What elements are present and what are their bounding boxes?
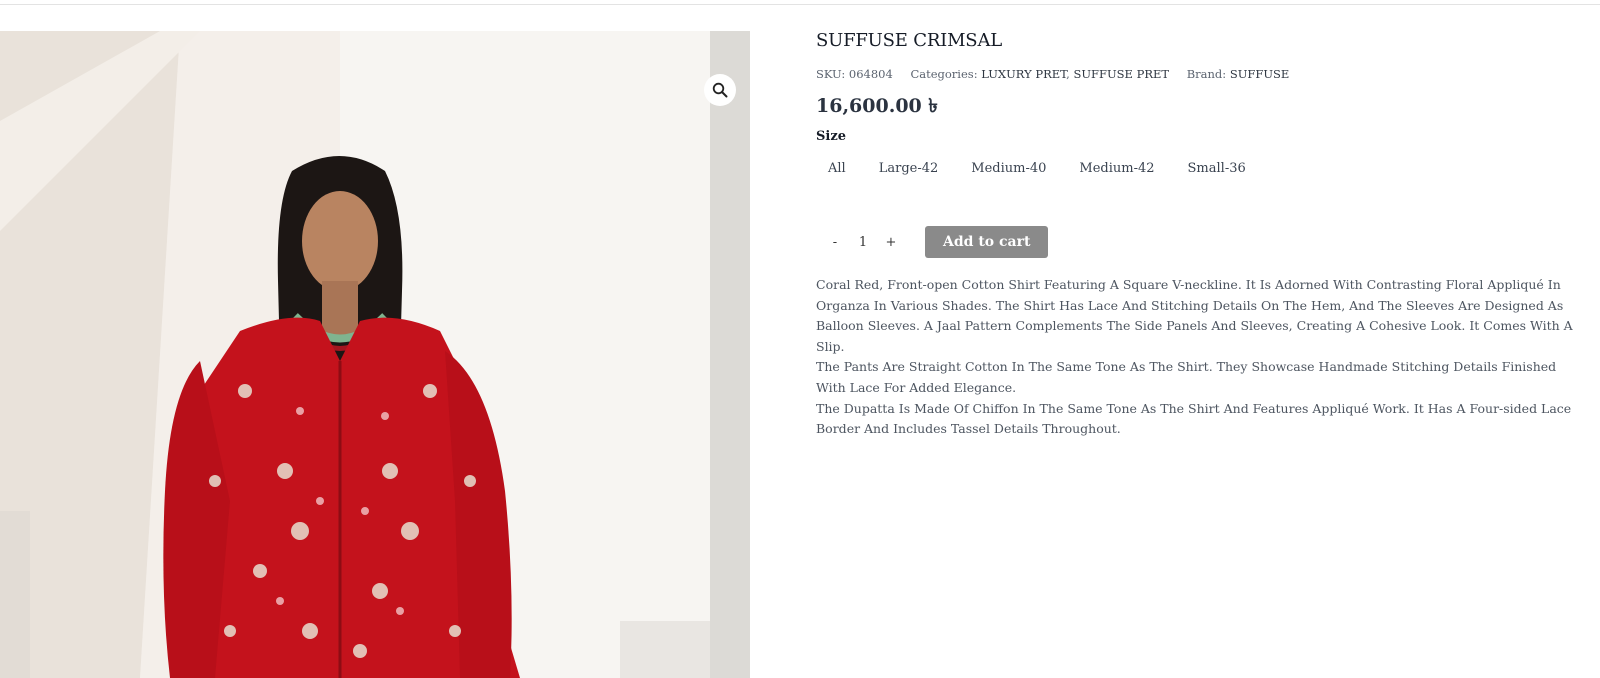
sku-label: SKU:	[816, 67, 846, 81]
header-divider	[0, 4, 1600, 5]
product-price: 16,600.00 ৳	[816, 95, 938, 117]
product-title: SUFFUSE CRIMSAL	[816, 30, 1002, 51]
size-label: Size	[816, 129, 846, 144]
size-option-medium-40[interactable]: Medium-40	[971, 160, 1046, 178]
sku-value: 064804	[848, 67, 893, 81]
quantity-stepper: - +	[829, 234, 897, 250]
magnifier-icon	[712, 82, 728, 98]
category-link-suffuse-pret[interactable]: SUFFUSE PRET	[1073, 67, 1169, 81]
description-dupatta: The Dupatta Is Made Of Chiffon In The Sa…	[816, 400, 1572, 437]
add-to-cart-row: - + Add to cart	[816, 226, 1586, 258]
quantity-input[interactable]	[841, 234, 885, 250]
description-shirt: Coral Red, Front-open Cotton Shirt Featu…	[816, 277, 1573, 354]
product-image	[0, 31, 750, 678]
brand-label: Brand:	[1186, 67, 1227, 81]
add-to-cart-button[interactable]: Add to cart	[925, 226, 1049, 258]
size-option-small-36[interactable]: Small-36	[1188, 160, 1246, 178]
brand-group: Brand: SUFFUSE	[1187, 67, 1290, 81]
size-option-all[interactable]: All	[828, 160, 846, 178]
product-gallery[interactable]	[0, 31, 750, 678]
quantity-increase-button[interactable]: +	[885, 235, 897, 250]
zoom-button[interactable]	[704, 74, 736, 106]
categories-label: Categories:	[910, 67, 978, 81]
description-pants: The Pants Are Straight Cotton In The Sam…	[816, 359, 1557, 395]
quantity-decrease-button[interactable]: -	[829, 235, 841, 250]
product-description: Coral Red, Front-open Cotton Shirt Featu…	[816, 275, 1586, 440]
categories-group: Categories: LUXURY PRET, SUFFUSE PRET	[910, 67, 1170, 81]
product-summary: SUFFUSE CRIMSAL SKU: 064804 Categories: …	[816, 28, 1586, 440]
size-option-medium-42[interactable]: Medium-42	[1079, 160, 1154, 178]
size-options: All Large-42 Medium-40 Medium-42 Small-3…	[828, 160, 1586, 178]
sku-group: SKU: 064804	[816, 67, 896, 81]
size-option-large-42[interactable]: Large-42	[879, 160, 939, 178]
brand-link[interactable]: SUFFUSE	[1230, 67, 1290, 81]
category-link-luxury-pret[interactable]: LUXURY PRET	[981, 67, 1066, 81]
product-meta: SKU: 064804 Categories: LUXURY PRET, SUF…	[816, 66, 1586, 82]
